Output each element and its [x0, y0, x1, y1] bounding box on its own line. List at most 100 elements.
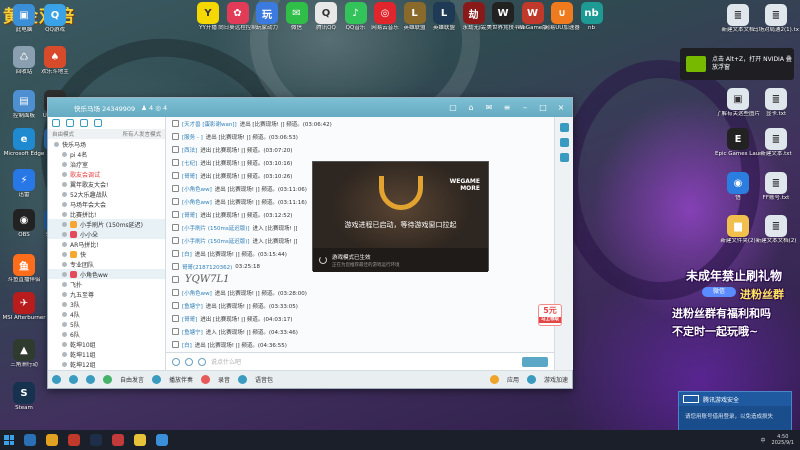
channel-item[interactable]: 专业团队 — [48, 259, 165, 269]
promo-badge[interactable]: 5元 马上领取 — [538, 304, 562, 326]
search-icon[interactable] — [94, 119, 102, 127]
mic-icon[interactable] — [52, 375, 61, 384]
gift-icon[interactable] — [559, 123, 569, 132]
taskbar-app-icon[interactable] — [90, 434, 102, 446]
channel-item[interactable]: pi 4名 — [48, 149, 165, 159]
start-icon[interactable] — [4, 435, 14, 445]
channel-item[interactable]: 乾坤12组 — [48, 359, 165, 369]
message-sender[interactable]: [哥哥] — [182, 211, 197, 219]
speaker-icon[interactable] — [69, 375, 78, 384]
message-sender[interactable]: 哥哥(2187120362) — [182, 263, 232, 271]
free-speak-button[interactable]: 自由发言 — [120, 375, 144, 384]
message-sender[interactable]: [白] — [182, 250, 192, 258]
desktop-shortcut[interactable]: ≣ 新建文本.txt — [754, 128, 798, 158]
maximize-icon[interactable]: □ — [538, 103, 548, 113]
taskbar-app-icon[interactable] — [24, 434, 36, 446]
taskbar-app-icon[interactable] — [112, 434, 124, 446]
channel-item[interactable]: 5队 — [48, 319, 165, 329]
close-icon[interactable]: × — [556, 103, 566, 113]
channel-item[interactable]: 6队 — [48, 329, 165, 339]
minimize-icon[interactable]: – — [520, 103, 530, 113]
channel-item[interactable]: 快乐马场 — [48, 139, 165, 149]
screen-icon[interactable]: ▢ — [448, 103, 458, 113]
channel-item[interactable]: 小手刷片 (150ms延迟) — [48, 219, 165, 229]
chat-icon[interactable] — [559, 153, 569, 162]
desktop-shortcut[interactable]: Q QQ游戏 — [33, 4, 77, 34]
desktop-shortcut[interactable]: S Steam — [2, 382, 46, 412]
chat-input[interactable]: 说点什么吧 — [211, 357, 241, 366]
chat-input-bar[interactable]: 说点什么吧 — [166, 352, 554, 370]
channel-list-icon[interactable] — [52, 119, 60, 127]
tencent-security-toast[interactable]: 腾讯游戏安全 请您用账号借用登录，以免造成损失 — [678, 391, 792, 431]
home-icon[interactable]: ⌂ — [466, 103, 476, 113]
speak-mode-setting[interactable]: 所有人发言模式 — [122, 130, 161, 138]
input-method-indicator[interactable]: 中 — [761, 437, 766, 444]
message-sender[interactable]: [服务 - ] — [182, 133, 203, 141]
channel-item[interactable]: 马场年会大会 — [48, 199, 165, 209]
image-icon[interactable] — [185, 357, 193, 366]
channel-item[interactable]: 九五至尊 — [48, 289, 165, 299]
nvidia-overlay-toast[interactable]: 点击 Alt+Z，打开 NVIDIA 叠 放浮窗 — [680, 48, 794, 80]
channel-item[interactable]: 治疗室 — [48, 159, 165, 169]
channel-item[interactable]: 乾坤11组 — [48, 349, 165, 359]
message-sender[interactable]: [小手刷片 (150ms延迟版)] — [182, 237, 250, 245]
desktop-shortcut[interactable]: ≣ 马场对局通2(1).txt — [753, 4, 799, 34]
user-icon[interactable] — [559, 138, 569, 147]
desktop-shortcut[interactable]: ≣ 显卡.txt — [754, 88, 798, 118]
channel-item[interactable]: 翼年歌友大会! — [48, 179, 165, 189]
message-sender[interactable]: [鱼塘宁] — [182, 328, 203, 336]
channel-item[interactable]: 小小朵 — [48, 229, 165, 239]
channel-item[interactable]: 52大乐趣战队 — [48, 189, 165, 199]
desktop-shortcut[interactable]: ✈ MSI Afterburner — [2, 292, 46, 322]
message-sender[interactable]: [天才兽 [蛋影谢wan]] — [182, 120, 237, 128]
record-button[interactable]: 录音 — [218, 375, 230, 384]
message-sender[interactable]: [白] — [182, 341, 192, 349]
message-sender[interactable]: [鱼塘宁] — [182, 302, 203, 310]
voice-pack-button[interactable]: 语音包 — [255, 375, 273, 384]
message-text: 进出 [比赛现场! |] 频道。(03:33:05) — [205, 303, 298, 310]
channel-item[interactable]: 比赛拼比! — [48, 209, 165, 219]
channel-item[interactable]: 快 — [48, 249, 165, 259]
message-sender[interactable]: [小角色ww] — [182, 289, 212, 297]
message-sender[interactable]: [七纪] — [182, 159, 197, 167]
channel-item[interactable]: 飞扑 — [48, 279, 165, 289]
message-sender[interactable]: [哥哥] — [182, 172, 197, 180]
wechat-pill: 微信 — [702, 287, 736, 297]
desktop-shortcut[interactable]: ≣ 新建文本文档(2) — [754, 215, 798, 245]
desktop-shortcut[interactable]: ▲ 三角洲行动 — [2, 339, 46, 369]
desktop-shortcut[interactable]: ≣ FF账号.txt — [754, 172, 798, 202]
mail-icon[interactable]: ✉ — [484, 103, 494, 113]
taskbar-app-icon[interactable] — [68, 434, 80, 446]
emoji-icon[interactable] — [172, 357, 180, 366]
accompaniment-button[interactable]: 播放伴奏 — [169, 375, 193, 384]
desktop-shortcut[interactable]: nb nb — [570, 2, 614, 32]
message-sender[interactable]: [西法] — [182, 146, 197, 154]
message-sender[interactable]: [小角色ww] — [182, 198, 212, 206]
message-sender[interactable]: [小手刷片 (150ms延迟版)] — [182, 224, 250, 232]
channel-item[interactable]: 小角色ww — [48, 269, 165, 279]
desktop-shortcut[interactable]: 鱼斗鱼直播伴侣 — [2, 254, 46, 284]
taskbar-clock[interactable]: 4:50 2025/9/1 — [772, 434, 794, 446]
desktop-shortcut[interactable]: ♠ 欢乐斗地主 — [33, 46, 77, 76]
settings-icon[interactable] — [80, 119, 88, 127]
channel-item[interactable]: 3队 — [48, 299, 165, 309]
taskbar-app-icon[interactable] — [46, 434, 58, 446]
apps-button[interactable]: 应用 — [507, 375, 519, 384]
channel-item[interactable]: 4队 — [48, 309, 165, 319]
channel-item[interactable]: 乾坤10组 — [48, 339, 165, 349]
location-icon[interactable] — [66, 119, 74, 127]
channel-item[interactable]: 歌友会调试 — [48, 169, 165, 179]
yy-title-bar[interactable]: 快乐马场 24349909 ♟ 4 ◎ 4 ▢ ⌂ ✉ ≡ – □ × — [48, 98, 572, 117]
channel-item[interactable]: AR马拼比! — [48, 239, 165, 249]
menu-icon[interactable]: ≡ — [502, 103, 512, 113]
message-text: 进出 [比赛现场! |] 频道。(03:10:26) — [200, 173, 293, 180]
message-sender[interactable]: [小角色ww] — [182, 185, 212, 193]
taskbar-app-icon[interactable] — [156, 434, 168, 446]
taskbar-app-icon[interactable] — [134, 434, 146, 446]
desktop-shortcut[interactable]: ⚡ 迅雷 — [2, 169, 46, 199]
send-button[interactable] — [522, 356, 548, 367]
equalizer-icon[interactable] — [86, 375, 95, 384]
game-accelerate-button[interactable]: 游戏加速 — [544, 375, 568, 384]
scissors-icon[interactable] — [198, 357, 206, 366]
message-sender[interactable]: [哥哥] — [182, 315, 197, 323]
